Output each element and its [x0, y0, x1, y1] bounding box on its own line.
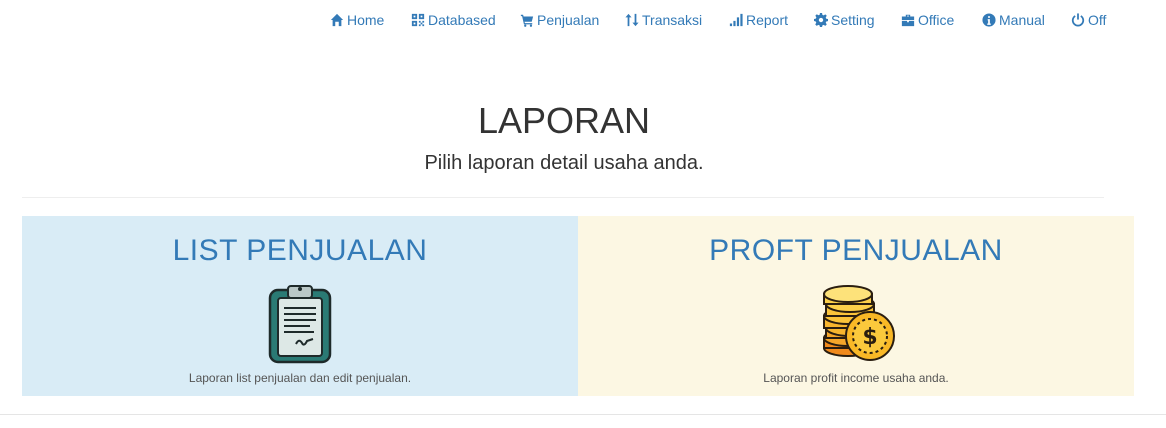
page-subtitle: Pilih laporan detail usaha anda. [424, 152, 704, 174]
top-navbar: Home Databased Penjualan Transaksi Repor… [0, 0, 1166, 40]
qrcode-icon [411, 13, 425, 27]
nav-setting[interactable]: Setting [814, 12, 875, 28]
footer-divider [0, 414, 1166, 415]
nav-manual-label: Manual [999, 12, 1045, 28]
header-divider [22, 197, 1104, 198]
nav-databased[interactable]: Databased [411, 12, 496, 28]
nav-databased-label: Databased [428, 12, 496, 28]
nav-penjualan[interactable]: Penjualan [520, 12, 599, 28]
profit-penjualan-description: Laporan profit income usaha anda. [763, 371, 949, 385]
profit-penjualan-card[interactable]: PROFT PENJUALAN $ Laporan profit income … [578, 216, 1134, 396]
nav-setting-label: Setting [831, 12, 875, 28]
nav-report-label: Report [746, 12, 789, 28]
nav-manual[interactable]: Manual [982, 12, 1045, 28]
list-penjualan-title[interactable]: LIST PENJUALAN [22, 234, 578, 268]
power-icon [1071, 13, 1085, 27]
nav-office[interactable]: Office [901, 12, 954, 28]
gear-icon [814, 13, 828, 27]
briefcase-icon [901, 14, 915, 27]
clipboard-icon [268, 285, 332, 364]
page-header: LAPORAN Pilih laporan detail usaha anda. [0, 95, 1128, 175]
sort-arrows-icon [625, 13, 639, 27]
info-circle-icon [982, 13, 996, 27]
home-icon [330, 13, 344, 27]
list-penjualan-card[interactable]: LIST PENJUALAN Laporan list penjualan da… [22, 216, 578, 396]
svg-text:$: $ [862, 325, 877, 350]
nav-home[interactable]: Home [330, 12, 384, 28]
nav-home-label: Home [347, 12, 385, 28]
nav-report[interactable]: Report [729, 12, 788, 28]
page-title: LAPORAN [477, 100, 651, 141]
list-penjualan-description: Laporan list penjualan dan edit penjuala… [188, 371, 412, 385]
nav-off[interactable]: Off [1071, 12, 1106, 28]
nav-transaksi[interactable]: Transaksi [625, 12, 702, 28]
nav-penjualan-label: Penjualan [537, 12, 600, 28]
profit-penjualan-title[interactable]: PROFT PENJUALAN [578, 234, 1134, 268]
nav-off-label: Off [1088, 12, 1107, 28]
nav-transaksi-label: Transaksi [642, 12, 703, 28]
shopping-cart-icon [520, 14, 534, 27]
signal-bars-icon [729, 13, 743, 27]
nav-office-label: Office [918, 12, 955, 28]
coins-icon: $ [823, 285, 895, 361]
